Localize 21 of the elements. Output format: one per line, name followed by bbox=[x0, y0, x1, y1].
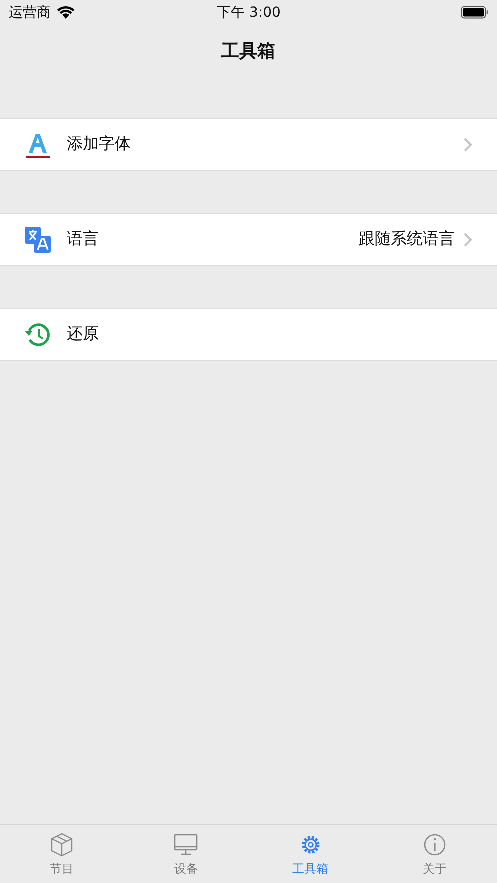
row-value: 跟随系统语言 bbox=[359, 229, 455, 250]
tab-item[interactable]: 关于 bbox=[372, 825, 497, 883]
tab-item[interactable]: 节目 bbox=[0, 825, 124, 883]
carrier-name: 运营商 bbox=[9, 4, 51, 22]
clock-time: 下午 3:00 bbox=[217, 4, 281, 22]
battery-icon bbox=[460, 6, 489, 19]
row-label: 还原 bbox=[67, 324, 100, 345]
settings-row[interactable]: 语言 跟随系统语言 bbox=[0, 214, 497, 265]
monitor-icon bbox=[173, 832, 200, 858]
history-icon bbox=[24, 320, 52, 348]
row-label: 语言 bbox=[67, 229, 100, 250]
row-label: 添加字体 bbox=[67, 134, 132, 155]
tab-item[interactable]: 工具箱 bbox=[248, 825, 373, 883]
box-icon bbox=[49, 832, 76, 858]
settings-row[interactable]: 添加字体 bbox=[0, 119, 497, 170]
screen-title: 工具箱 bbox=[222, 40, 276, 63]
info-icon bbox=[422, 832, 448, 858]
translate-icon bbox=[24, 226, 52, 254]
wifi-icon bbox=[57, 6, 75, 19]
tab-item[interactable]: 设备 bbox=[124, 825, 248, 883]
settings-row[interactable]: 还原 bbox=[0, 309, 497, 360]
